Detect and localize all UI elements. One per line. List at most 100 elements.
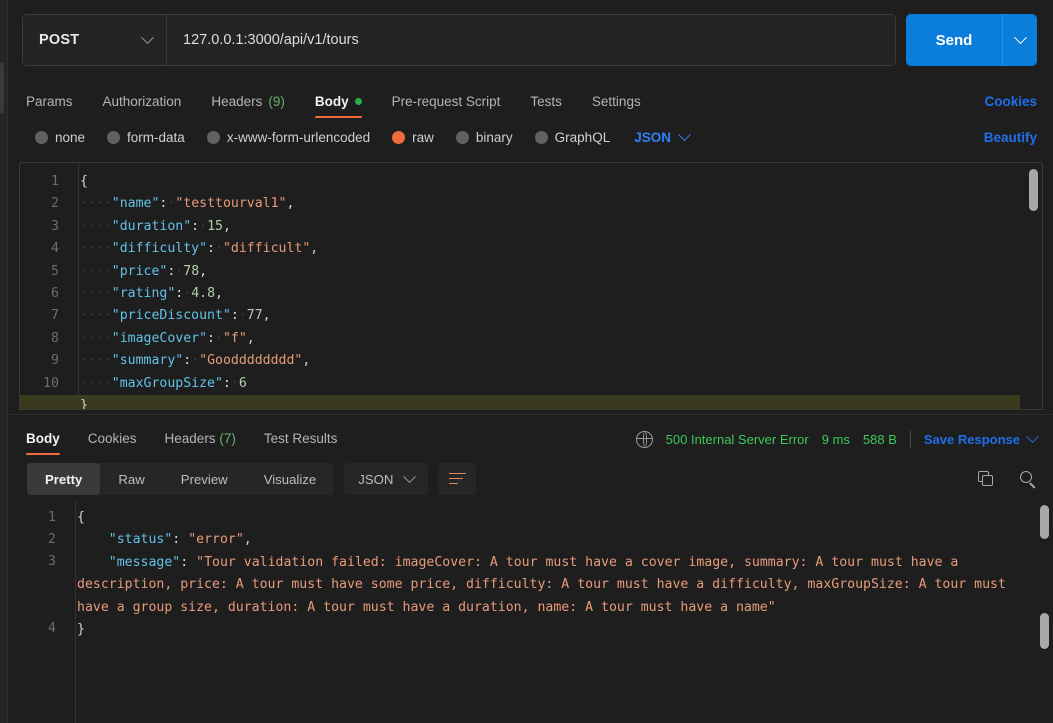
body-type-urlencoded[interactable]: x-www-form-urlencoded xyxy=(206,130,370,145)
sidebar-active-indicator xyxy=(0,62,4,114)
tab-params[interactable]: Params xyxy=(26,94,73,118)
code-line[interactable]: ····"summary":·"Goodddddddd", xyxy=(80,350,1020,372)
view-mode-visualize[interactable]: Visualize xyxy=(246,463,335,495)
tab-pre-request-script[interactable]: Pre-request Script xyxy=(392,94,501,118)
response-status-group: 500 Internal Server Error 9 ms 588 B Sav… xyxy=(635,430,1039,448)
tab-label: Body xyxy=(314,94,349,109)
chevron-down-icon xyxy=(403,469,417,483)
body-type-form-data[interactable]: form-data xyxy=(107,130,185,145)
status-badge: 500 Internal Server Error xyxy=(665,432,809,447)
beautify-button[interactable]: Beautify xyxy=(984,130,1037,145)
tab-label: Pre-request Script xyxy=(391,94,501,109)
http-method-selector[interactable]: POST xyxy=(23,15,167,65)
request-url-bar: POST 127.0.0.1:3000/api/v1/tours Send xyxy=(8,0,1053,78)
url-text: 127.0.0.1:3000/api/v1/tours xyxy=(183,32,359,48)
line-number: 2 xyxy=(48,532,56,547)
response-scrollbar-thumb-top[interactable] xyxy=(1040,505,1049,539)
code-line[interactable]: ····"priceDiscount":·77, xyxy=(80,305,1020,327)
line-number: 1 xyxy=(48,510,56,525)
tab-tests[interactable]: Tests xyxy=(530,94,562,118)
request-editor-scrollbar[interactable] xyxy=(1029,169,1038,211)
radio-icon xyxy=(534,130,548,144)
view-mode-preview[interactable]: Preview xyxy=(163,463,246,495)
request-body-editor[interactable]: 1234567891011 {····"name":·"testtourval1… xyxy=(19,162,1043,410)
response-pane: Body Cookies Headers (7) Test Results 50… xyxy=(8,414,1053,723)
code-line[interactable]: ····"imageCover":·"f", xyxy=(80,328,1020,350)
code-line[interactable]: ····"price":·78, xyxy=(80,261,1020,283)
tab-label: Authorization xyxy=(102,94,182,109)
response-toolbar: Pretty Raw Preview Visualize JSON xyxy=(8,455,1053,501)
response-tab-test-results[interactable]: Test Results xyxy=(264,431,338,455)
tab-label: Body xyxy=(26,431,60,446)
view-mode-pretty[interactable]: Pretty xyxy=(27,463,101,495)
left-sidebar-rail xyxy=(0,0,8,723)
request-line-numbers: 1234567891011 xyxy=(20,171,68,409)
code-line: "status": "error", xyxy=(108,532,252,548)
line-number: 6 xyxy=(51,285,59,301)
radio-icon xyxy=(206,130,220,144)
body-type-none[interactable]: none xyxy=(35,130,85,145)
tab-body[interactable]: Body xyxy=(314,94,362,118)
tab-label: Test Results xyxy=(263,431,338,446)
response-tab-cookies[interactable]: Cookies xyxy=(88,431,137,455)
code-line[interactable]: ····"rating":·4.8, xyxy=(80,283,1020,305)
body-type-graphql[interactable]: GraphQL xyxy=(534,129,611,145)
response-format-selector[interactable]: JSON xyxy=(344,463,429,495)
code-line[interactable]: ····"name":·"testtourval1", xyxy=(80,193,1020,215)
raw-format-label: JSON xyxy=(634,129,671,145)
body-type-raw[interactable]: raw xyxy=(392,130,434,145)
tab-label: Headers xyxy=(211,94,263,109)
copy-icon[interactable] xyxy=(978,471,994,487)
code-line[interactable]: ····"maxGroupSize":·6 xyxy=(80,373,1020,395)
view-mode-raw[interactable]: Raw xyxy=(100,463,162,495)
save-response-button[interactable]: Save Response xyxy=(924,430,1039,447)
code-line[interactable]: ····"difficulty":·"difficult", xyxy=(80,238,1020,260)
response-headers-count: (7) xyxy=(219,431,236,446)
line-number: 3 xyxy=(51,218,59,234)
tab-authorization[interactable]: Authorization xyxy=(103,94,182,118)
response-gutter-divider xyxy=(75,501,76,723)
search-icon[interactable] xyxy=(1020,470,1037,488)
code-line[interactable]: } xyxy=(20,394,1020,409)
response-tabs: Body Cookies Headers (7) Test Results 50… xyxy=(8,415,1053,455)
http-method-label: POST xyxy=(39,32,80,48)
request-code-area[interactable]: {····"name":·"testtourval1", ····"duratio… xyxy=(20,171,1020,409)
line-number: 8 xyxy=(51,330,59,346)
raw-format-selector[interactable]: JSON xyxy=(634,127,691,145)
body-type-label: none xyxy=(55,129,86,145)
body-type-row: none form-data x-www-form-urlencoded raw… xyxy=(8,118,1053,156)
body-type-label: raw xyxy=(412,129,434,145)
code-line: } xyxy=(77,622,85,638)
main-content: POST 127.0.0.1:3000/api/v1/tours Send Pa… xyxy=(8,0,1053,723)
tab-settings[interactable]: Settings xyxy=(592,94,641,118)
response-time: 9 ms xyxy=(821,432,850,447)
tab-label: Cookies xyxy=(87,431,137,446)
send-options-button[interactable] xyxy=(1002,14,1037,66)
headers-count: (9) xyxy=(268,94,285,109)
response-body-viewer[interactable]: 1 2 3 4 { "status": "error", "message": "To… xyxy=(19,501,1053,723)
body-type-binary[interactable]: binary xyxy=(455,130,513,145)
response-tab-body[interactable]: Body xyxy=(26,431,60,455)
line-number: 4 xyxy=(48,621,56,636)
wrap-lines-button[interactable] xyxy=(438,463,477,495)
send-button[interactable]: Send xyxy=(906,14,1002,66)
response-size: 588 B xyxy=(862,432,897,447)
request-tabs: Params Authorization Headers (9) Body Pr… xyxy=(8,78,1053,118)
response-tab-headers[interactable]: Headers (7) xyxy=(165,431,236,455)
line-number: 7 xyxy=(51,308,59,324)
code-line: "message": "Tour validation failed: imag… xyxy=(77,554,1014,615)
divider xyxy=(909,431,911,448)
line-number: 2 xyxy=(51,196,59,212)
response-code-area: { "status": "error", "message": "Tour va… xyxy=(77,507,1029,641)
chevron-down-icon xyxy=(141,30,154,44)
code-line[interactable]: ····"duration":·15, xyxy=(80,216,1020,238)
tab-label: Settings xyxy=(591,94,641,109)
body-type-label: GraphQL xyxy=(554,129,611,145)
code-line[interactable]: { xyxy=(80,171,1020,193)
wrap-text-icon xyxy=(448,472,466,486)
cookies-link[interactable]: Cookies xyxy=(984,94,1037,109)
tab-headers[interactable]: Headers (9) xyxy=(211,94,285,118)
url-input[interactable]: 127.0.0.1:3000/api/v1/tours xyxy=(167,15,895,65)
response-scrollbar-thumb-bottom[interactable] xyxy=(1040,613,1049,649)
tab-label: Params xyxy=(26,94,73,109)
